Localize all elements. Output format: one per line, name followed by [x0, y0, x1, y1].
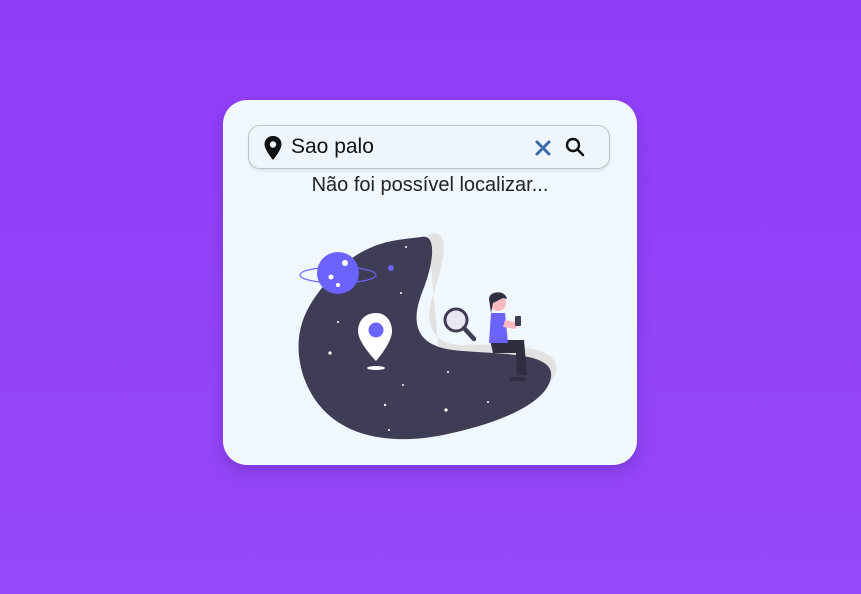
search-bar: [248, 125, 610, 169]
close-icon[interactable]: [535, 140, 551, 156]
weather-card: Não foi possível localizar...: [223, 100, 637, 465]
not-found-illustration: [298, 233, 557, 440]
magnifier-graphic: [443, 307, 477, 342]
search-icon[interactable]: [565, 137, 585, 157]
planet: [317, 252, 359, 294]
not-found-message: Não foi possível localizar...: [311, 174, 549, 196]
map-pin-icon: [264, 136, 282, 160]
search-input[interactable]: [291, 132, 521, 162]
